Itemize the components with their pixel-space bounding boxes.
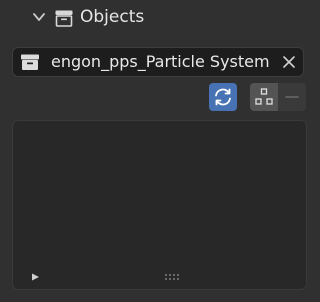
list-action-group: [250, 83, 306, 111]
refresh-button[interactable]: [209, 83, 237, 111]
triangle-right-icon[interactable]: [30, 272, 40, 282]
panel-header[interactable]: Objects: [0, 0, 316, 36]
refresh-icon: [215, 88, 231, 106]
objects-panel: Objects engon_pps_Particle System: [0, 0, 316, 302]
collection-box-icon: [55, 10, 73, 27]
collection-box-icon: [21, 54, 39, 70]
objects-list[interactable]: [12, 120, 307, 290]
select-button[interactable]: [250, 83, 278, 111]
panel-title: Objects: [80, 7, 145, 27]
minus-icon: [285, 96, 299, 98]
resize-grip-icon[interactable]: [164, 273, 182, 281]
select-points-icon: [255, 88, 273, 105]
collection-field[interactable]: engon_pps_Particle System: [12, 47, 304, 77]
close-icon[interactable]: [281, 54, 297, 70]
remove-button[interactable]: [278, 83, 306, 111]
chevron-down-icon[interactable]: [32, 10, 46, 24]
collection-name: engon_pps_Particle System: [51, 52, 270, 71]
